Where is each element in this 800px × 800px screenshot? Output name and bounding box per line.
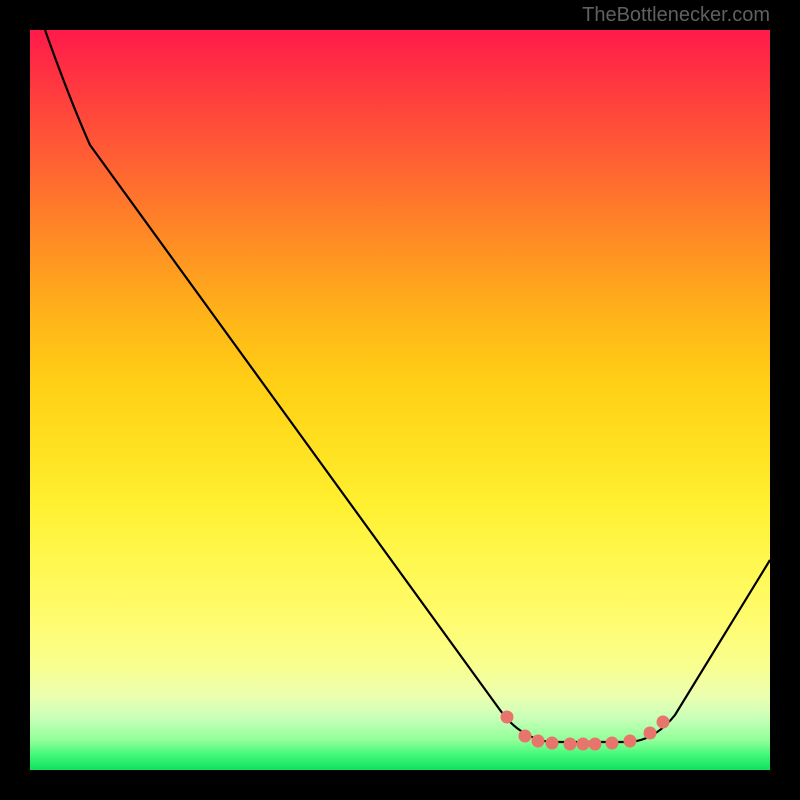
attribution-text: TheBottlenecker.com	[582, 4, 770, 27]
curve-marker	[532, 735, 545, 748]
marker-group	[501, 711, 670, 751]
curve-marker	[577, 738, 590, 751]
bottleneck-curve	[45, 30, 770, 742]
curve-marker	[624, 735, 637, 748]
plot-area	[30, 30, 770, 770]
curve-marker	[501, 711, 514, 724]
curve-marker	[657, 716, 670, 729]
curve-marker	[519, 730, 532, 743]
curve-marker	[589, 738, 602, 751]
curve-marker	[606, 737, 619, 750]
curve-marker	[546, 737, 559, 750]
curve-marker	[564, 738, 577, 751]
curve-marker	[644, 727, 657, 740]
chart-svg	[30, 30, 770, 770]
